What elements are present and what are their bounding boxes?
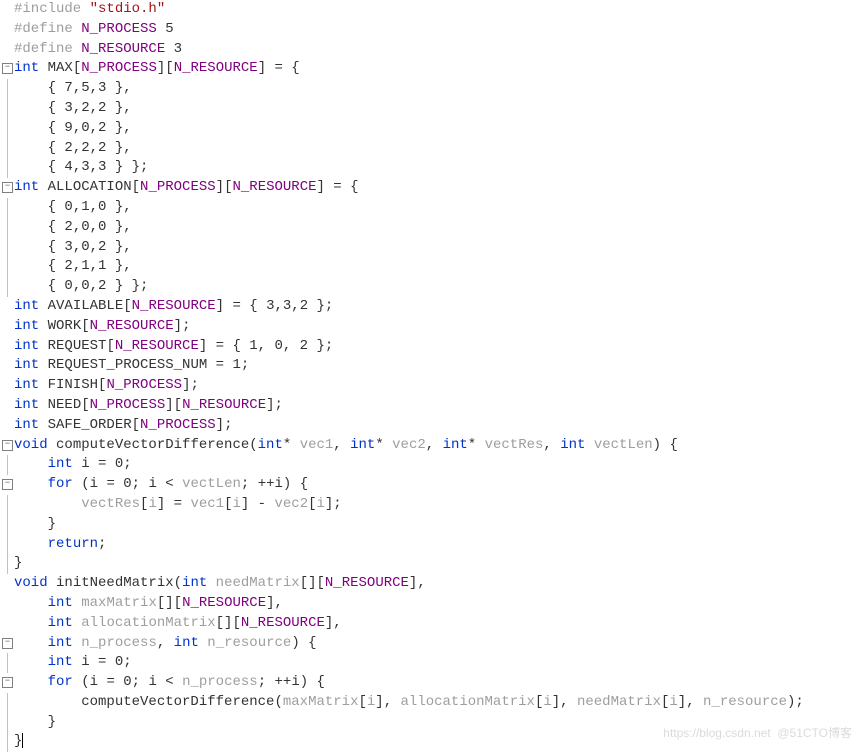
code-line: int i = 0; xyxy=(14,455,860,475)
code-line: int i = 0; xyxy=(14,653,860,673)
code-line: int allocationMatrix[][N_RESOURCE], xyxy=(14,614,860,634)
code-line: } xyxy=(14,713,860,733)
code-line: #define N_PROCESS 5 xyxy=(14,20,860,40)
fold-toggle[interactable]: − xyxy=(2,182,13,193)
code-line: −int MAX[N_PROCESS][N_RESOURCE] = { xyxy=(14,59,860,79)
code-line: return; xyxy=(14,535,860,555)
code-line: { 2,2,2 }, xyxy=(14,139,860,159)
code-line: int SAFE_ORDER[N_PROCESS]; xyxy=(14,416,860,436)
code-line: int REQUEST_PROCESS_NUM = 1; xyxy=(14,356,860,376)
code-line: computeVectorDifference(maxMatrix[i], al… xyxy=(14,693,860,713)
code-line: int WORK[N_RESOURCE]; xyxy=(14,317,860,337)
code-line: int maxMatrix[][N_RESOURCE], xyxy=(14,594,860,614)
code-line: { 2,0,0 }, xyxy=(14,218,860,238)
code-line: { 3,0,2 }, xyxy=(14,238,860,258)
code-line: { 0,1,0 }, xyxy=(14,198,860,218)
fold-toggle[interactable]: − xyxy=(2,479,13,490)
code-line: int AVAILABLE[N_RESOURCE] = { 3,3,2 }; xyxy=(14,297,860,317)
code-editor[interactable]: #include "stdio.h" #define N_PROCESS 5 #… xyxy=(14,0,860,752)
code-line: − for (i = 0; i < vectLen; ++i) { xyxy=(14,475,860,495)
code-line: { 7,5,3 }, xyxy=(14,79,860,99)
code-line: { 3,2,2 }, xyxy=(14,99,860,119)
code-line: int REQUEST[N_RESOURCE] = { 1, 0, 2 }; xyxy=(14,337,860,357)
code-line: −void computeVectorDifference(int* vec1,… xyxy=(14,436,860,456)
code-line: #include "stdio.h" xyxy=(14,0,860,20)
code-line: vectRes[i] = vec1[i] - vec2[i]; xyxy=(14,495,860,515)
code-line: − int n_process, int n_resource) { xyxy=(14,634,860,654)
fold-toggle[interactable]: − xyxy=(2,63,13,74)
fold-toggle[interactable]: − xyxy=(2,677,13,688)
fold-toggle[interactable]: − xyxy=(2,638,13,649)
code-line: } xyxy=(14,732,860,752)
code-line: { 4,3,3 } }; xyxy=(14,158,860,178)
code-line: void initNeedMatrix(int needMatrix[][N_R… xyxy=(14,574,860,594)
code-line: − for (i = 0; i < n_process; ++i) { xyxy=(14,673,860,693)
code-line: } xyxy=(14,515,860,535)
code-line: −int ALLOCATION[N_PROCESS][N_RESOURCE] =… xyxy=(14,178,860,198)
code-line: #define N_RESOURCE 3 xyxy=(14,40,860,60)
text-cursor xyxy=(22,733,23,748)
code-line: { 9,0,2 }, xyxy=(14,119,860,139)
code-line: { 2,1,1 }, xyxy=(14,257,860,277)
code-line: int NEED[N_PROCESS][N_RESOURCE]; xyxy=(14,396,860,416)
fold-toggle[interactable]: − xyxy=(2,440,13,451)
code-line: { 0,0,2 } }; xyxy=(14,277,860,297)
code-line: } xyxy=(14,554,860,574)
code-line: int FINISH[N_PROCESS]; xyxy=(14,376,860,396)
